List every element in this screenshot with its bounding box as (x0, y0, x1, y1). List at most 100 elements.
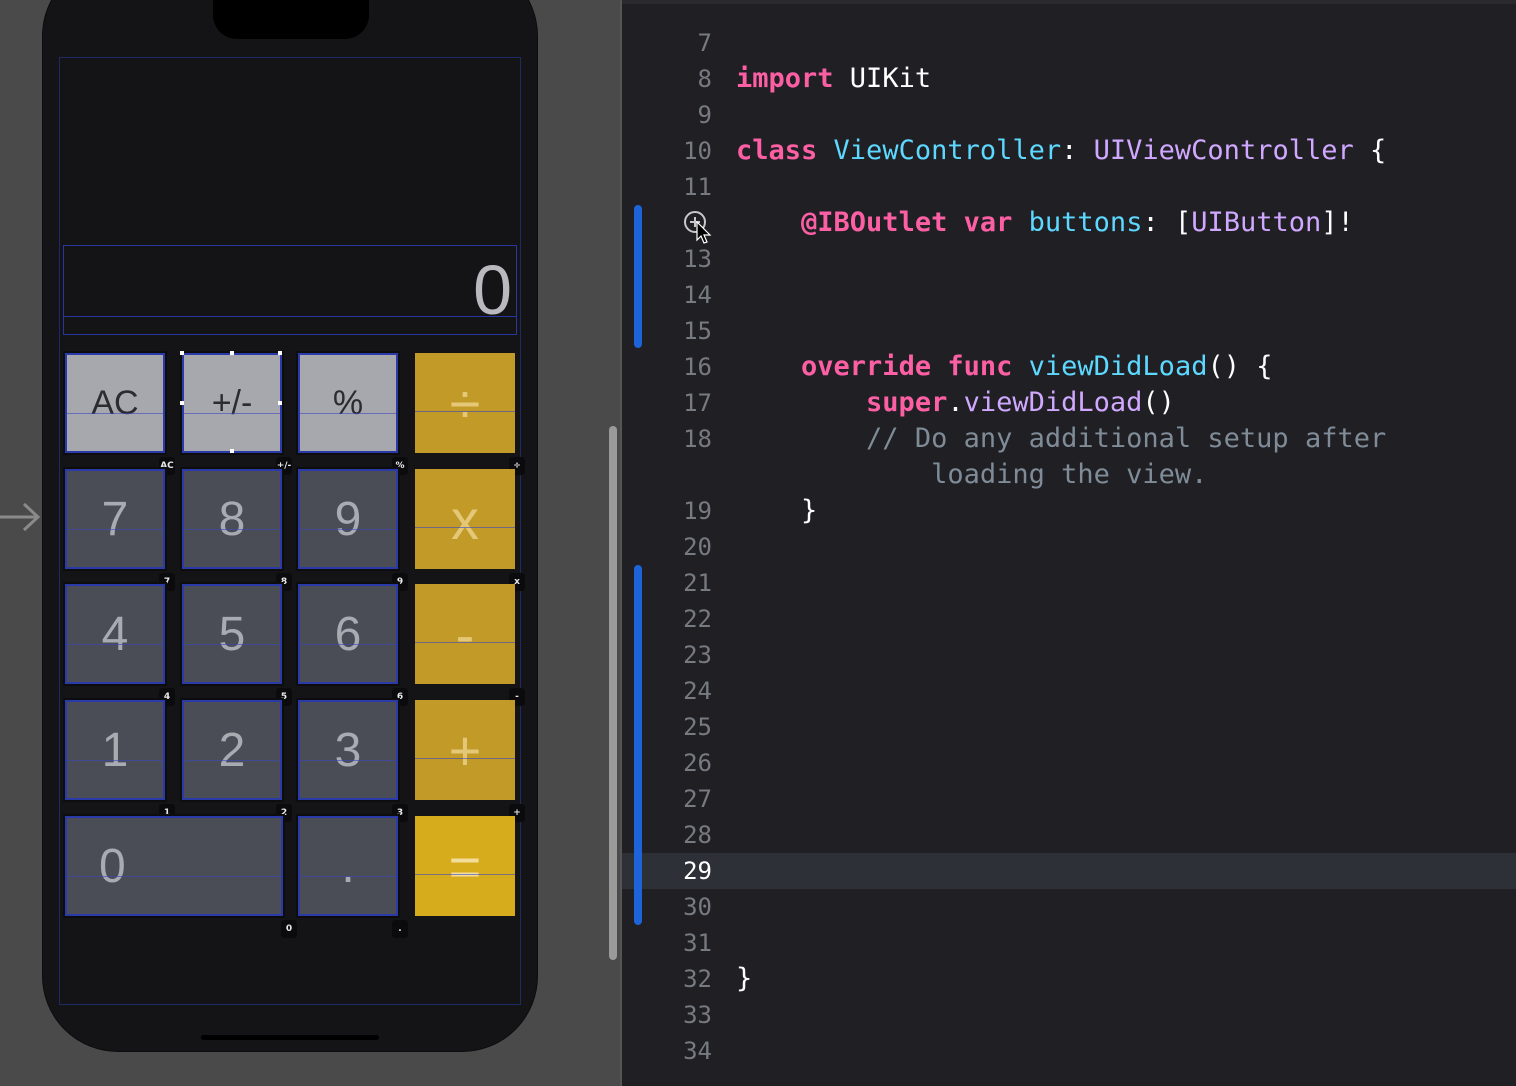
code-token: } (736, 963, 753, 994)
code-line[interactable]: } (736, 493, 817, 529)
calc-key[interactable]: = (415, 816, 515, 916)
calc-key[interactable]: . (296, 814, 400, 918)
line-number: 9 (697, 101, 712, 129)
line-number: 31 (683, 929, 712, 957)
calc-key[interactable]: 1 (63, 698, 167, 802)
code-token: } (736, 495, 818, 526)
calc-key[interactable]: 2 (180, 698, 284, 802)
line-number: 33 (683, 1001, 712, 1029)
code-token: @IBOutlet (801, 207, 948, 238)
code-token: viewDidLoad (1028, 351, 1208, 382)
line-number: 8 (697, 65, 712, 93)
code-token: . (947, 387, 964, 418)
line-number: 27 (683, 785, 712, 813)
code-token: override (801, 351, 932, 382)
code-token: : [ (1142, 207, 1192, 238)
initial-view-controller-arrow-icon (0, 502, 41, 532)
line-number: 24 (683, 677, 712, 705)
line-number: 7 (697, 29, 712, 57)
line-number: 17 (683, 389, 712, 417)
calc-key[interactable]: 7 (63, 467, 167, 571)
calc-key[interactable]: ÷ (415, 353, 515, 453)
result-label-frame[interactable]: 0 (63, 245, 517, 335)
iphone-device-frame: 0 AC AC +/- +/-%% ÷ ÷ 7 7 8 8 9 9 x x 4 4 5 5 6 6- -1 1 2 2 3 3 + +… (42, 0, 538, 1052)
calc-key[interactable]: x (415, 469, 515, 569)
code-token: UIViewController (1093, 135, 1354, 166)
current-line-highlight (622, 853, 1516, 889)
line-number: 18 (683, 425, 712, 453)
outlet-badge: 0 (281, 920, 297, 938)
interface-builder-canvas[interactable]: 0 AC AC +/- +/-%% ÷ ÷ 7 7 8 8 9 9 x x 4 4 5 5 6 6- -1 1 2 2 3 3 + +… (0, 0, 620, 1086)
code-line[interactable]: @IBOutlet var buttons: [UIButton]! (736, 205, 1354, 241)
code-token: ViewController (833, 135, 1062, 166)
line-number: 10 (683, 137, 712, 165)
code-token: func (947, 351, 1013, 382)
calc-key[interactable]: 0 (63, 814, 285, 918)
calc-key[interactable]: 6 (296, 582, 400, 686)
code-token: buttons (1028, 207, 1143, 238)
code-token: viewDidLoad (963, 387, 1143, 418)
calc-key[interactable]: % (296, 351, 400, 455)
calc-key[interactable]: 9 (296, 467, 400, 571)
code-token: { (1353, 135, 1387, 166)
code-line[interactable]: override func viewDidLoad() { (736, 349, 1272, 385)
code-line[interactable]: loading the view. (736, 457, 1207, 493)
code-token: // Do any additional setup after (866, 423, 1387, 454)
device-notch (213, 0, 369, 39)
outlet-badge: . (392, 920, 408, 938)
line-number: 21 (683, 569, 712, 597)
code-token: UIButton (1191, 207, 1322, 238)
line-number: 11 (683, 173, 712, 201)
code-token: import (736, 63, 834, 94)
calculator-keypad: AC AC +/- +/-%% ÷ ÷ 7 7 8 8 9 9 x x 4 4 5 5 6 6- -1 1 2 2 3 3 + +0 0… (61, 351, 525, 938)
code-line[interactable]: class ViewController: UIViewController { (736, 133, 1386, 169)
line-number: 23 (683, 641, 712, 669)
selection-handle[interactable] (230, 351, 234, 355)
calc-key[interactable]: + (415, 700, 515, 800)
calc-key[interactable]: +/- (180, 351, 284, 455)
line-number: 16 (683, 353, 712, 381)
code-token: super (866, 387, 948, 418)
calc-key[interactable]: 4 (63, 582, 167, 686)
code-token: () { (1207, 351, 1273, 382)
source-editor[interactable]: 7 8 9 10 11 13 14 15 16 17 18 19 20 21 22 23 24 25 26 27 28 2… (622, 0, 1516, 1086)
selection-handle[interactable] (230, 449, 234, 453)
calc-key[interactable]: 3 (296, 698, 400, 802)
line-number: 30 (683, 893, 712, 921)
code-line[interactable]: } (736, 961, 752, 997)
code-line[interactable]: // Do any additional setup after (736, 421, 1386, 457)
line-number: 29 (683, 857, 712, 885)
result-label[interactable]: 0 (473, 250, 512, 330)
calc-key[interactable]: 8 (180, 467, 284, 571)
canvas-scrollbar[interactable] (609, 426, 617, 960)
selection-handle[interactable] (180, 351, 184, 355)
line-number: 34 (683, 1037, 712, 1065)
selection-handle[interactable] (180, 401, 184, 405)
code-token: var (963, 207, 1013, 238)
line-number: 14 (683, 281, 712, 309)
selection-handle[interactable] (278, 351, 282, 355)
selection-handle[interactable] (278, 401, 282, 405)
code-token: UIKit (833, 63, 932, 94)
calc-key[interactable]: - (415, 584, 515, 684)
code-token: loading the view. (931, 459, 1208, 490)
code-line[interactable]: import UIKit (736, 61, 931, 97)
code-line[interactable]: super.viewDidLoad() (736, 385, 1175, 421)
calc-key[interactable]: 5 (180, 582, 284, 686)
jump-bar (622, 0, 1516, 4)
line-number: 20 (683, 533, 712, 561)
line-number: 28 (683, 821, 712, 849)
line-number: 25 (683, 713, 712, 741)
calc-key[interactable]: AC (63, 351, 167, 455)
line-number: 19 (683, 497, 712, 525)
line-number: 13 (683, 245, 712, 273)
